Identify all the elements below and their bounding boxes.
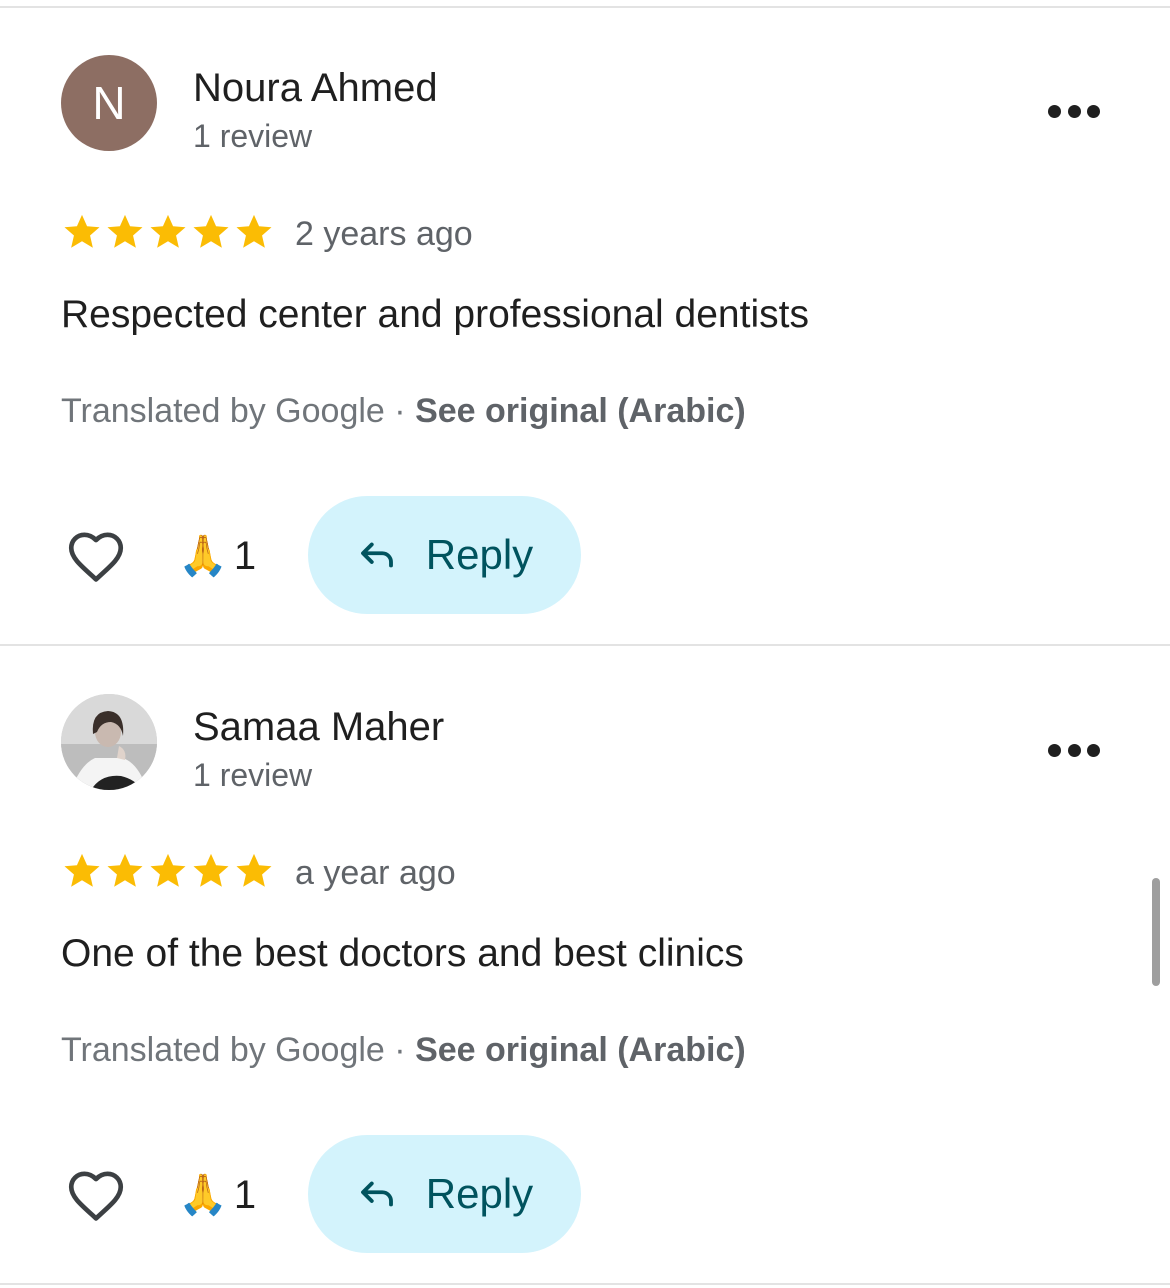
reviewer-review-count: 1 review — [193, 757, 313, 793]
more-dot-icon — [1067, 104, 1081, 118]
reply-label: Reply — [425, 1170, 534, 1217]
more-dot-icon — [1048, 104, 1061, 118]
avatar[interactable] — [61, 694, 157, 790]
reviewer-review-count: 1 review — [193, 118, 313, 154]
reply-button[interactable]: Reply — [308, 1135, 581, 1253]
heart-icon[interactable] — [63, 523, 129, 589]
star-rating — [61, 208, 275, 256]
reply-button[interactable]: Reply — [308, 496, 581, 614]
star-icon — [193, 853, 229, 887]
see-original-link[interactable]: See original (Arabic) — [415, 392, 746, 430]
see-original-link[interactable]: See original (Arabic) — [415, 1031, 746, 1069]
star-icon — [193, 214, 229, 248]
more-options-button[interactable] — [1040, 735, 1108, 765]
star-icon — [64, 214, 100, 248]
more-options-button[interactable] — [1040, 96, 1108, 126]
review-divider — [0, 644, 1170, 646]
star-icon — [64, 853, 100, 887]
more-dot-icon — [1067, 743, 1081, 757]
review-time: a year ago — [295, 854, 456, 892]
reviewer-name[interactable]: Samaa Maher — [193, 703, 444, 751]
separator-dot: · — [394, 392, 406, 430]
star-icon — [236, 214, 272, 248]
heart-icon[interactable] — [63, 1162, 129, 1228]
reaction-summary[interactable]: 🙏 1 — [178, 1167, 256, 1223]
scrollbar-thumb[interactable] — [1152, 878, 1160, 986]
reply-label: Reply — [425, 531, 534, 578]
profile-photo-icon — [61, 694, 157, 790]
review-card: N Noura Ahmed 1 review 2 years ago Respe… — [0, 8, 1170, 646]
star-icon — [150, 214, 186, 248]
folded-hands-icon: 🙏 — [178, 534, 228, 578]
translated-by-label: Translated by Google — [61, 392, 385, 430]
translation-notice: Translated by Google · See original (Ara… — [61, 388, 746, 434]
review-time: 2 years ago — [295, 215, 473, 253]
folded-hands-icon: 🙏 — [178, 1173, 228, 1217]
avatar-initial: N — [92, 77, 126, 129]
reviewer-name[interactable]: Noura Ahmed — [193, 64, 438, 112]
more-dot-icon — [1087, 743, 1100, 757]
bottom-divider — [0, 1283, 1170, 1285]
star-rating — [61, 847, 275, 895]
avatar[interactable]: N — [61, 55, 157, 151]
more-dot-icon — [1087, 104, 1100, 118]
reply-arrow-icon — [360, 1181, 393, 1207]
star-icon — [150, 853, 186, 887]
reply-arrow-icon — [360, 542, 393, 568]
reaction-count: 1 — [233, 534, 257, 578]
more-dot-icon — [1048, 743, 1061, 757]
star-icon — [236, 853, 272, 887]
review-text: Respected center and professional dentis… — [61, 293, 809, 336]
translation-notice: Translated by Google · See original (Ara… — [61, 1027, 746, 1073]
separator-dot: · — [394, 1031, 406, 1069]
translated-by-label: Translated by Google — [61, 1031, 385, 1069]
reaction-count: 1 — [233, 1173, 257, 1217]
reaction-summary[interactable]: 🙏 1 — [178, 528, 256, 584]
review-text: One of the best doctors and best clinics — [61, 932, 744, 975]
review-card: Samaa Maher 1 review a year ago One of t… — [0, 647, 1170, 1285]
star-icon — [107, 853, 143, 887]
star-icon — [107, 214, 143, 248]
